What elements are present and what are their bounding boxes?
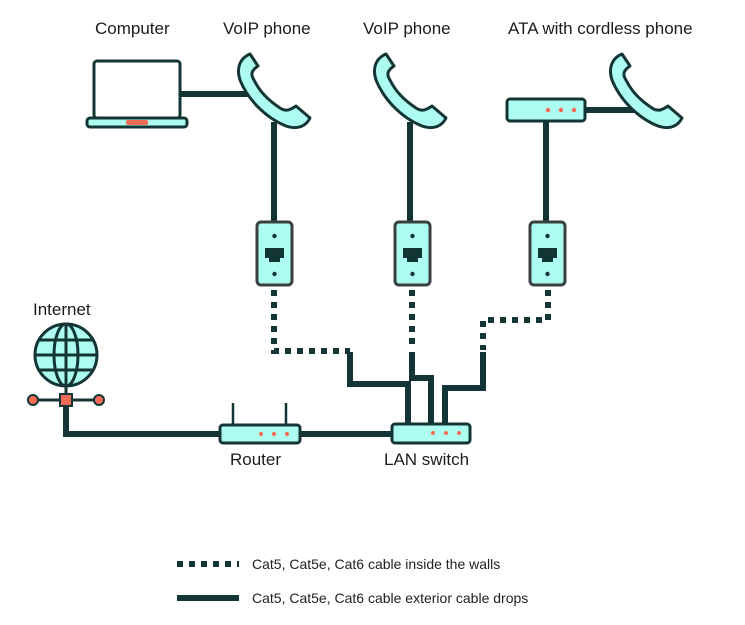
label-voip-phone-1: VoIP phone: [223, 19, 311, 38]
legend-dotted-label: Cat5, Cat5e, Cat6 cable inside the walls: [252, 556, 501, 572]
wall-cable-3: [480, 290, 551, 350]
label-computer: Computer: [95, 19, 170, 38]
network-diagram: [27, 52, 684, 601]
label-voip-phone-2: VoIP phone: [363, 19, 451, 38]
voip-phone-2-icon: [372, 52, 448, 130]
label-ata: ATA with cordless phone: [508, 19, 693, 38]
label-internet: Internet: [33, 300, 91, 319]
laptop-icon: [85, 59, 189, 129]
cable-internet-router: [63, 406, 220, 437]
label-router: Router: [230, 450, 282, 469]
voip-phone-1-icon: [236, 52, 312, 130]
wall-cable-1: [271, 290, 350, 354]
ata-device-icon: [505, 97, 587, 123]
router-icon: [218, 403, 302, 445]
legend-solid-label: Cat5, Cat5e, Cat6 cable exterior cable d…: [252, 590, 529, 606]
wall-jack-2-icon: [393, 220, 432, 287]
cable-switch-drop3: [442, 352, 486, 424]
cable-switch-drop2: [409, 352, 434, 424]
cable-switch-drop1: [347, 352, 411, 424]
lan-switch-icon: [390, 422, 472, 445]
globe-icon: [27, 322, 105, 407]
wall-jack-1-icon: [255, 220, 294, 287]
cordless-phone-icon: [608, 52, 684, 130]
dotted-cables: [271, 290, 551, 354]
label-lan-switch: LAN switch: [384, 450, 470, 469]
wall-jack-3-icon: [528, 220, 567, 287]
